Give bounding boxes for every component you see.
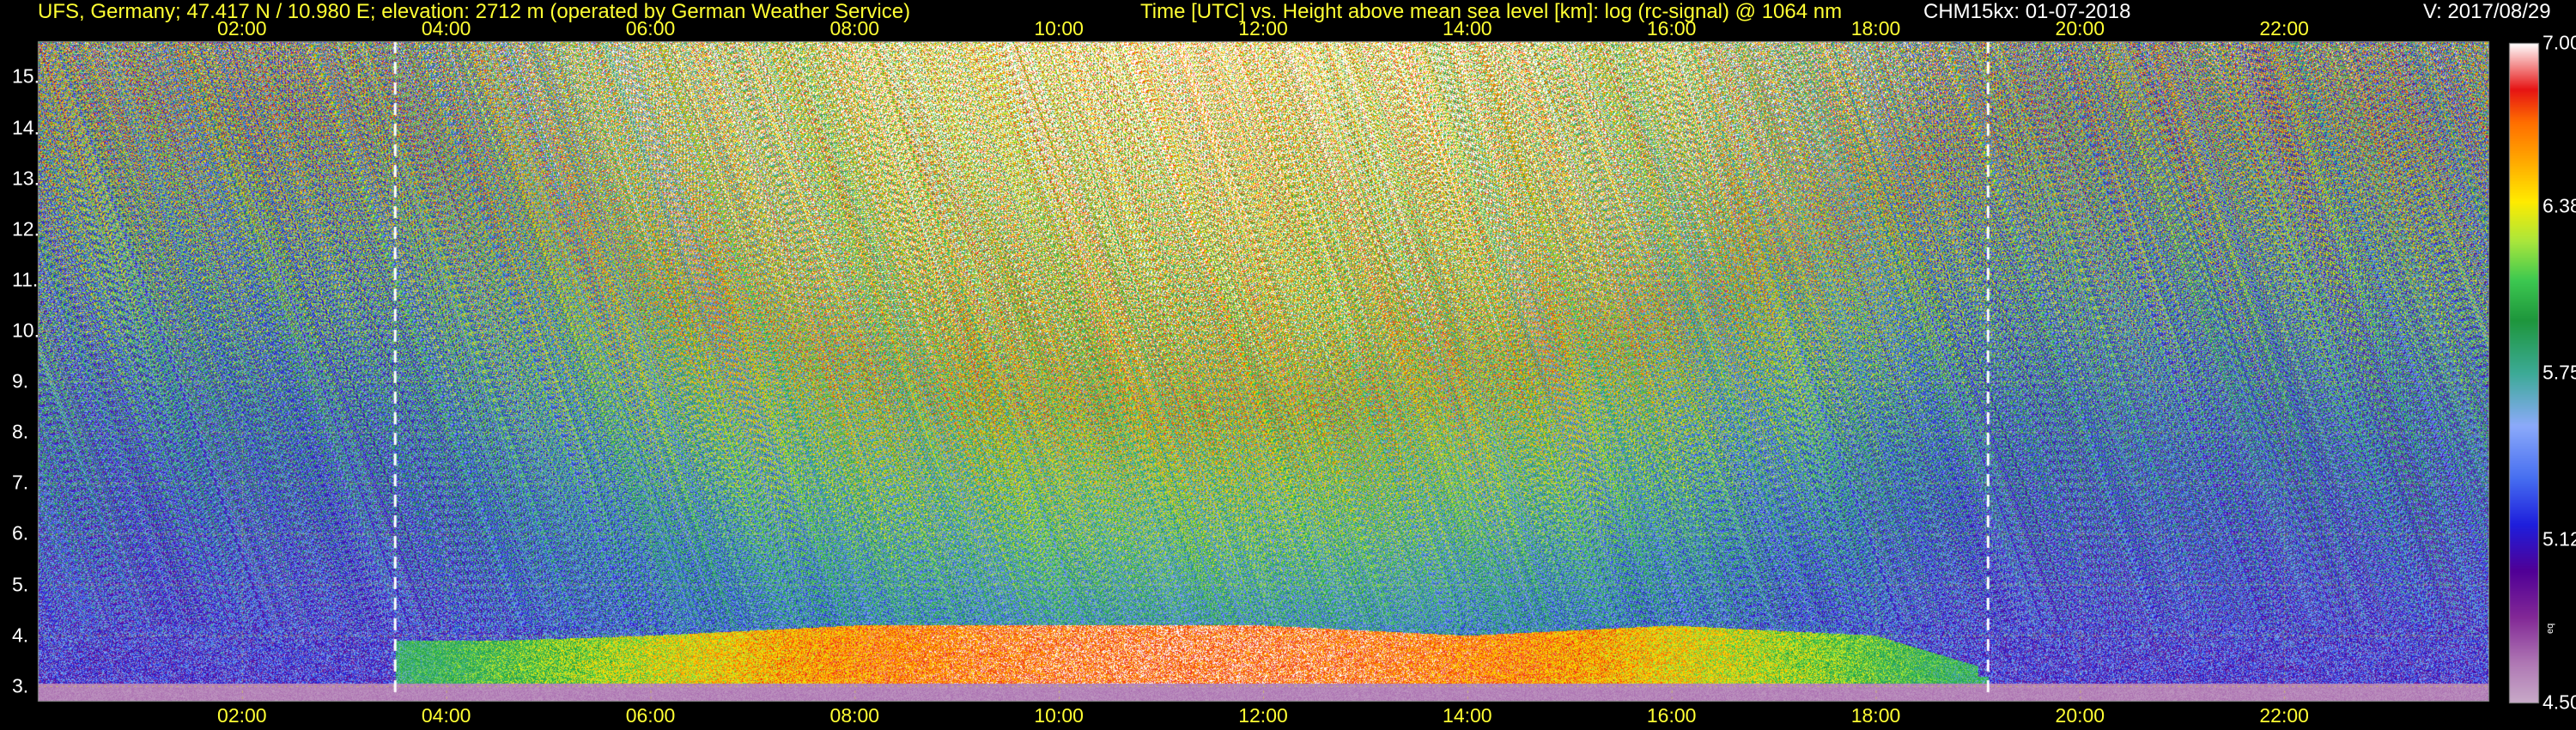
lidar-heatmap-canvas <box>0 0 2576 730</box>
x-tick-label-bottom: 20:00 <box>2055 704 2105 727</box>
x-tick-label-bottom: 02:00 <box>217 704 267 727</box>
x-tick-label-top: 10:00 <box>1034 17 1084 40</box>
x-tick-label-bottom: 12:00 <box>1238 704 1288 727</box>
x-tick-label-top: 22:00 <box>2259 17 2309 40</box>
x-tick-label-top: 18:00 <box>1850 17 1901 40</box>
y-tick-label: 14. <box>12 116 39 138</box>
x-tick-label-top: 02:00 <box>217 17 267 40</box>
x-tick-label-top: 16:00 <box>1646 17 1697 40</box>
y-tick-label: 8. <box>12 420 29 443</box>
x-tick-label-top: 14:00 <box>1443 17 1492 40</box>
x-tick-label-bottom: 04:00 <box>421 704 471 727</box>
x-tick-label-top: 04:00 <box>421 17 471 40</box>
colorbar-tick-label: 7.00 <box>2543 31 2576 54</box>
x-tick-label-top: 12:00 <box>1238 17 1288 40</box>
colorbar-unit: eq <box>2545 623 2555 634</box>
y-tick-label: 13. <box>12 167 39 190</box>
x-tick-label-bottom: 14:00 <box>1443 704 1492 727</box>
x-tick-label-top: 06:00 <box>625 17 676 40</box>
x-tick-label-bottom: 18:00 <box>1850 704 1901 727</box>
y-tick-label: 15. <box>12 64 39 88</box>
x-tick-label-bottom: 22:00 <box>2259 704 2309 727</box>
x-tick-label-bottom: 08:00 <box>829 704 880 727</box>
y-tick-label: 7. <box>12 471 29 494</box>
y-tick-label: 3. <box>12 674 29 697</box>
x-tick-label-top: 08:00 <box>829 17 880 40</box>
colorbar-tick-label: 4.50 <box>2543 690 2576 714</box>
colorbar-tick-label: 5.75 <box>2543 361 2576 384</box>
station-info: UFS, Germany; 47.417 N / 10.980 E; eleva… <box>38 0 911 23</box>
y-tick-label: 4. <box>12 624 29 647</box>
y-tick-label: 10. <box>12 319 39 342</box>
y-tick-label: 6. <box>12 521 29 544</box>
y-tick-label: 11. <box>12 268 39 291</box>
x-tick-label-top: 20:00 <box>2055 17 2105 40</box>
y-tick-label: 12. <box>12 217 39 240</box>
x-tick-label-bottom: 06:00 <box>625 704 676 727</box>
colorbar-tick-label: 6.38 <box>2543 194 2576 217</box>
y-tick-label: 9. <box>12 369 29 392</box>
version-label: V: 2017/08/29 <box>2423 0 2551 23</box>
x-tick-label-bottom: 10:00 <box>1034 704 1084 727</box>
colorbar-tick-label: 5.12 <box>2543 527 2576 551</box>
x-tick-label-bottom: 16:00 <box>1646 704 1697 727</box>
y-tick-label: 5. <box>12 573 29 596</box>
